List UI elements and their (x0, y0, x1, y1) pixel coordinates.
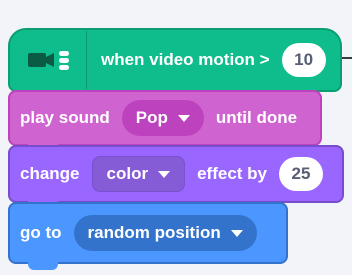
chevron-down-icon (177, 114, 190, 122)
connector-line (342, 57, 352, 59)
go-to-dropdown-value: random position (87, 223, 221, 242)
effect-dropdown[interactable]: color (91, 156, 186, 192)
go-to-label: go to (20, 223, 62, 242)
sound-dropdown[interactable]: Pop (121, 100, 204, 136)
script-stack[interactable]: when video motion > 10 play sound Pop un… (0, 0, 352, 275)
play-sound-label: play sound (20, 108, 110, 127)
video-sensing-icon (16, 31, 87, 89)
go-to-dropdown[interactable]: random position (73, 215, 257, 251)
effect-by-label: effect by (197, 164, 268, 183)
until-done-label: until done (215, 108, 298, 127)
effect-dropdown-value: color (106, 164, 149, 183)
go-to-block[interactable]: go to random position (8, 202, 288, 270)
change-label: change (20, 164, 80, 183)
change-effect-block[interactable]: change color effect by 25 (8, 145, 344, 209)
effect-amount-input[interactable]: 25 (279, 157, 324, 191)
chevron-down-icon (158, 170, 171, 178)
sound-dropdown-value: Pop (135, 108, 168, 127)
when-video-motion-hat-block[interactable]: when video motion > 10 (8, 28, 342, 98)
motion-threshold-input[interactable]: 10 (281, 43, 326, 77)
hat-block-label: when video motion > (101, 50, 270, 69)
play-sound-until-done-block[interactable]: play sound Pop until done (8, 90, 322, 152)
chevron-down-icon (230, 229, 243, 237)
block-notch (28, 262, 58, 270)
